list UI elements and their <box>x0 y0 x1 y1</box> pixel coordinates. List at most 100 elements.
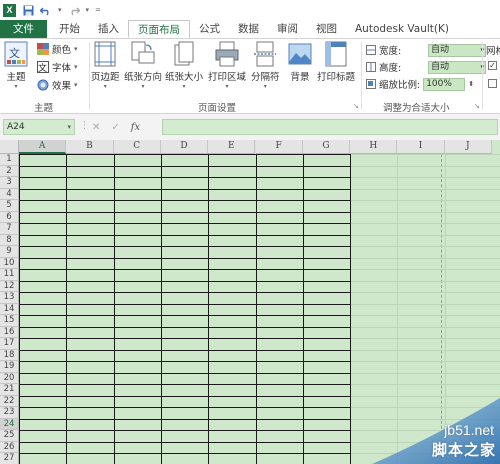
undo-icon[interactable] <box>40 4 52 16</box>
cell-border-row <box>19 372 351 374</box>
orientation-button[interactable]: 纸张方向 ▾ <box>124 41 162 91</box>
customize-icon[interactable]: = <box>95 6 101 14</box>
themes-button[interactable]: 文 主题 ▾ <box>4 41 28 91</box>
undo-dropdown-icon[interactable]: ▾ <box>58 6 62 14</box>
column-header-d[interactable]: D <box>160 140 209 154</box>
row-header-14[interactable]: 14 <box>0 303 19 315</box>
cancel-icon[interactable]: ✕ <box>92 122 100 133</box>
row-header-9[interactable]: 9 <box>0 246 19 258</box>
background-icon <box>288 41 312 67</box>
insert-function-icon[interactable]: fx <box>131 122 140 133</box>
formula-input[interactable] <box>162 119 498 135</box>
select-all-button[interactable] <box>0 140 19 154</box>
row-header-5[interactable]: 5 <box>0 200 19 212</box>
margins-icon <box>93 41 117 67</box>
cell-border-row <box>19 349 351 351</box>
tab-home[interactable]: 开始 <box>50 20 89 38</box>
tab-page-layout[interactable]: 页面布局 <box>128 20 190 38</box>
tab-formulas[interactable]: 公式 <box>190 20 229 38</box>
row-header-23[interactable]: 23 <box>0 407 19 419</box>
size-button[interactable]: 纸张大小 ▾ <box>165 41 203 91</box>
row-header-17[interactable]: 17 <box>0 338 19 350</box>
print-area-button[interactable]: 打印区域 ▾ <box>208 41 246 91</box>
margins-label: 页边距 <box>91 72 120 83</box>
cell-border-row <box>19 234 351 236</box>
gridlines-print-checkbox[interactable] <box>488 79 497 88</box>
row-header-1[interactable]: 1 <box>0 154 19 166</box>
row-header-26[interactable]: 26 <box>0 441 19 453</box>
row-header-2[interactable]: 2 <box>0 165 19 177</box>
height-row: 高度: 自动▾ <box>366 60 486 74</box>
cell-border-row <box>19 165 351 167</box>
cell-border-row <box>19 188 351 190</box>
breaks-button[interactable]: 分隔符 ▾ <box>251 41 280 91</box>
row-header-4[interactable]: 4 <box>0 188 19 200</box>
tab-insert[interactable]: 插入 <box>89 20 128 38</box>
save-icon[interactable] <box>22 4 34 16</box>
row-header-6[interactable]: 6 <box>0 211 19 223</box>
row-header-19[interactable]: 19 <box>0 361 19 373</box>
column-header-a[interactable]: A <box>19 140 67 154</box>
margins-button[interactable]: 页边距 ▾ <box>91 41 120 91</box>
tab-view[interactable]: 视图 <box>307 20 346 38</box>
scale-to-fit-launcher-icon[interactable]: ↘ <box>474 102 480 110</box>
height-label: 高度: <box>379 63 402 74</box>
row-header-15[interactable]: 15 <box>0 315 19 327</box>
redo-dropdown-icon[interactable]: ▾ <box>86 6 90 14</box>
column-header-g[interactable]: G <box>302 140 351 154</box>
print-area-icon <box>215 41 239 67</box>
row-header-27[interactable]: 27 <box>0 453 19 464</box>
scale-input[interactable]: 100% <box>423 77 466 91</box>
redo-icon[interactable] <box>68 4 80 16</box>
cell-border-row <box>19 407 351 408</box>
watermark-name: 脚本之家 <box>431 441 496 459</box>
print-titles-button[interactable]: 打印标题 <box>317 41 355 83</box>
cell-border-row <box>19 441 351 443</box>
column-header-f[interactable]: F <box>255 140 303 154</box>
page-setup-launcher-icon[interactable]: ↘ <box>353 102 359 110</box>
column-header-c[interactable]: C <box>113 140 161 154</box>
column-header-h[interactable]: H <box>350 140 398 154</box>
fonts-button[interactable]: 文 字体 ▾ <box>37 60 78 74</box>
row-header-3[interactable]: 3 <box>0 177 19 189</box>
colors-button[interactable]: 颜色 ▾ <box>37 42 78 56</box>
cell-border-row <box>19 246 351 247</box>
background-button[interactable]: 背景 <box>288 41 312 83</box>
row-header-12[interactable]: 12 <box>0 280 19 292</box>
tab-file[interactable]: 文件 <box>0 20 47 38</box>
watermark-site: jb51.net <box>444 422 494 438</box>
row-header-16[interactable]: 16 <box>0 326 19 338</box>
row-header-7[interactable]: 7 <box>0 223 19 235</box>
column-header-e[interactable]: E <box>208 140 256 154</box>
print-titles-icon <box>324 41 348 67</box>
row-header-13[interactable]: 13 <box>0 292 19 304</box>
name-box-chevron-down-icon[interactable]: ▾ <box>67 120 71 134</box>
enter-icon[interactable]: ✓ <box>111 122 119 133</box>
effects-button[interactable]: 效果 ▾ <box>37 78 78 92</box>
row-header-20[interactable]: 20 <box>0 372 19 384</box>
column-header-j[interactable]: J <box>444 140 492 154</box>
cell-border-column <box>113 154 115 464</box>
width-select[interactable]: 自动▾ <box>428 43 486 57</box>
column-header-i[interactable]: I <box>397 140 445 154</box>
row-header-22[interactable]: 22 <box>0 395 19 407</box>
row-header-25[interactable]: 25 <box>0 430 19 442</box>
gridline-row <box>350 234 500 236</box>
formula-bar-splitter[interactable]: ⋮ <box>80 121 89 131</box>
column-header-b[interactable]: B <box>66 140 114 154</box>
row-header-21[interactable]: 21 <box>0 384 19 396</box>
gridlines-view-checkbox[interactable]: ✓ <box>488 61 497 70</box>
row-header-8[interactable]: 8 <box>0 234 19 246</box>
tab-review[interactable]: 审阅 <box>268 20 307 38</box>
name-box[interactable]: A24 ▾ <box>3 119 75 135</box>
scale-to-fit-group-label: 调整为合适大小 <box>383 103 450 114</box>
row-header-18[interactable]: 18 <box>0 349 19 361</box>
tab-data[interactable]: 数据 <box>229 20 268 38</box>
height-select[interactable]: 自动▾ <box>428 60 486 74</box>
row-header-10[interactable]: 10 <box>0 257 19 269</box>
row-header-24[interactable]: 24 <box>0 418 19 430</box>
tab-autodesk-vault[interactable]: Autodesk Vault(K) <box>346 20 458 38</box>
scale-stepper-icon[interactable]: ⬍ <box>468 80 474 88</box>
row-header-11[interactable]: 11 <box>0 269 19 281</box>
group-divider <box>89 42 90 110</box>
